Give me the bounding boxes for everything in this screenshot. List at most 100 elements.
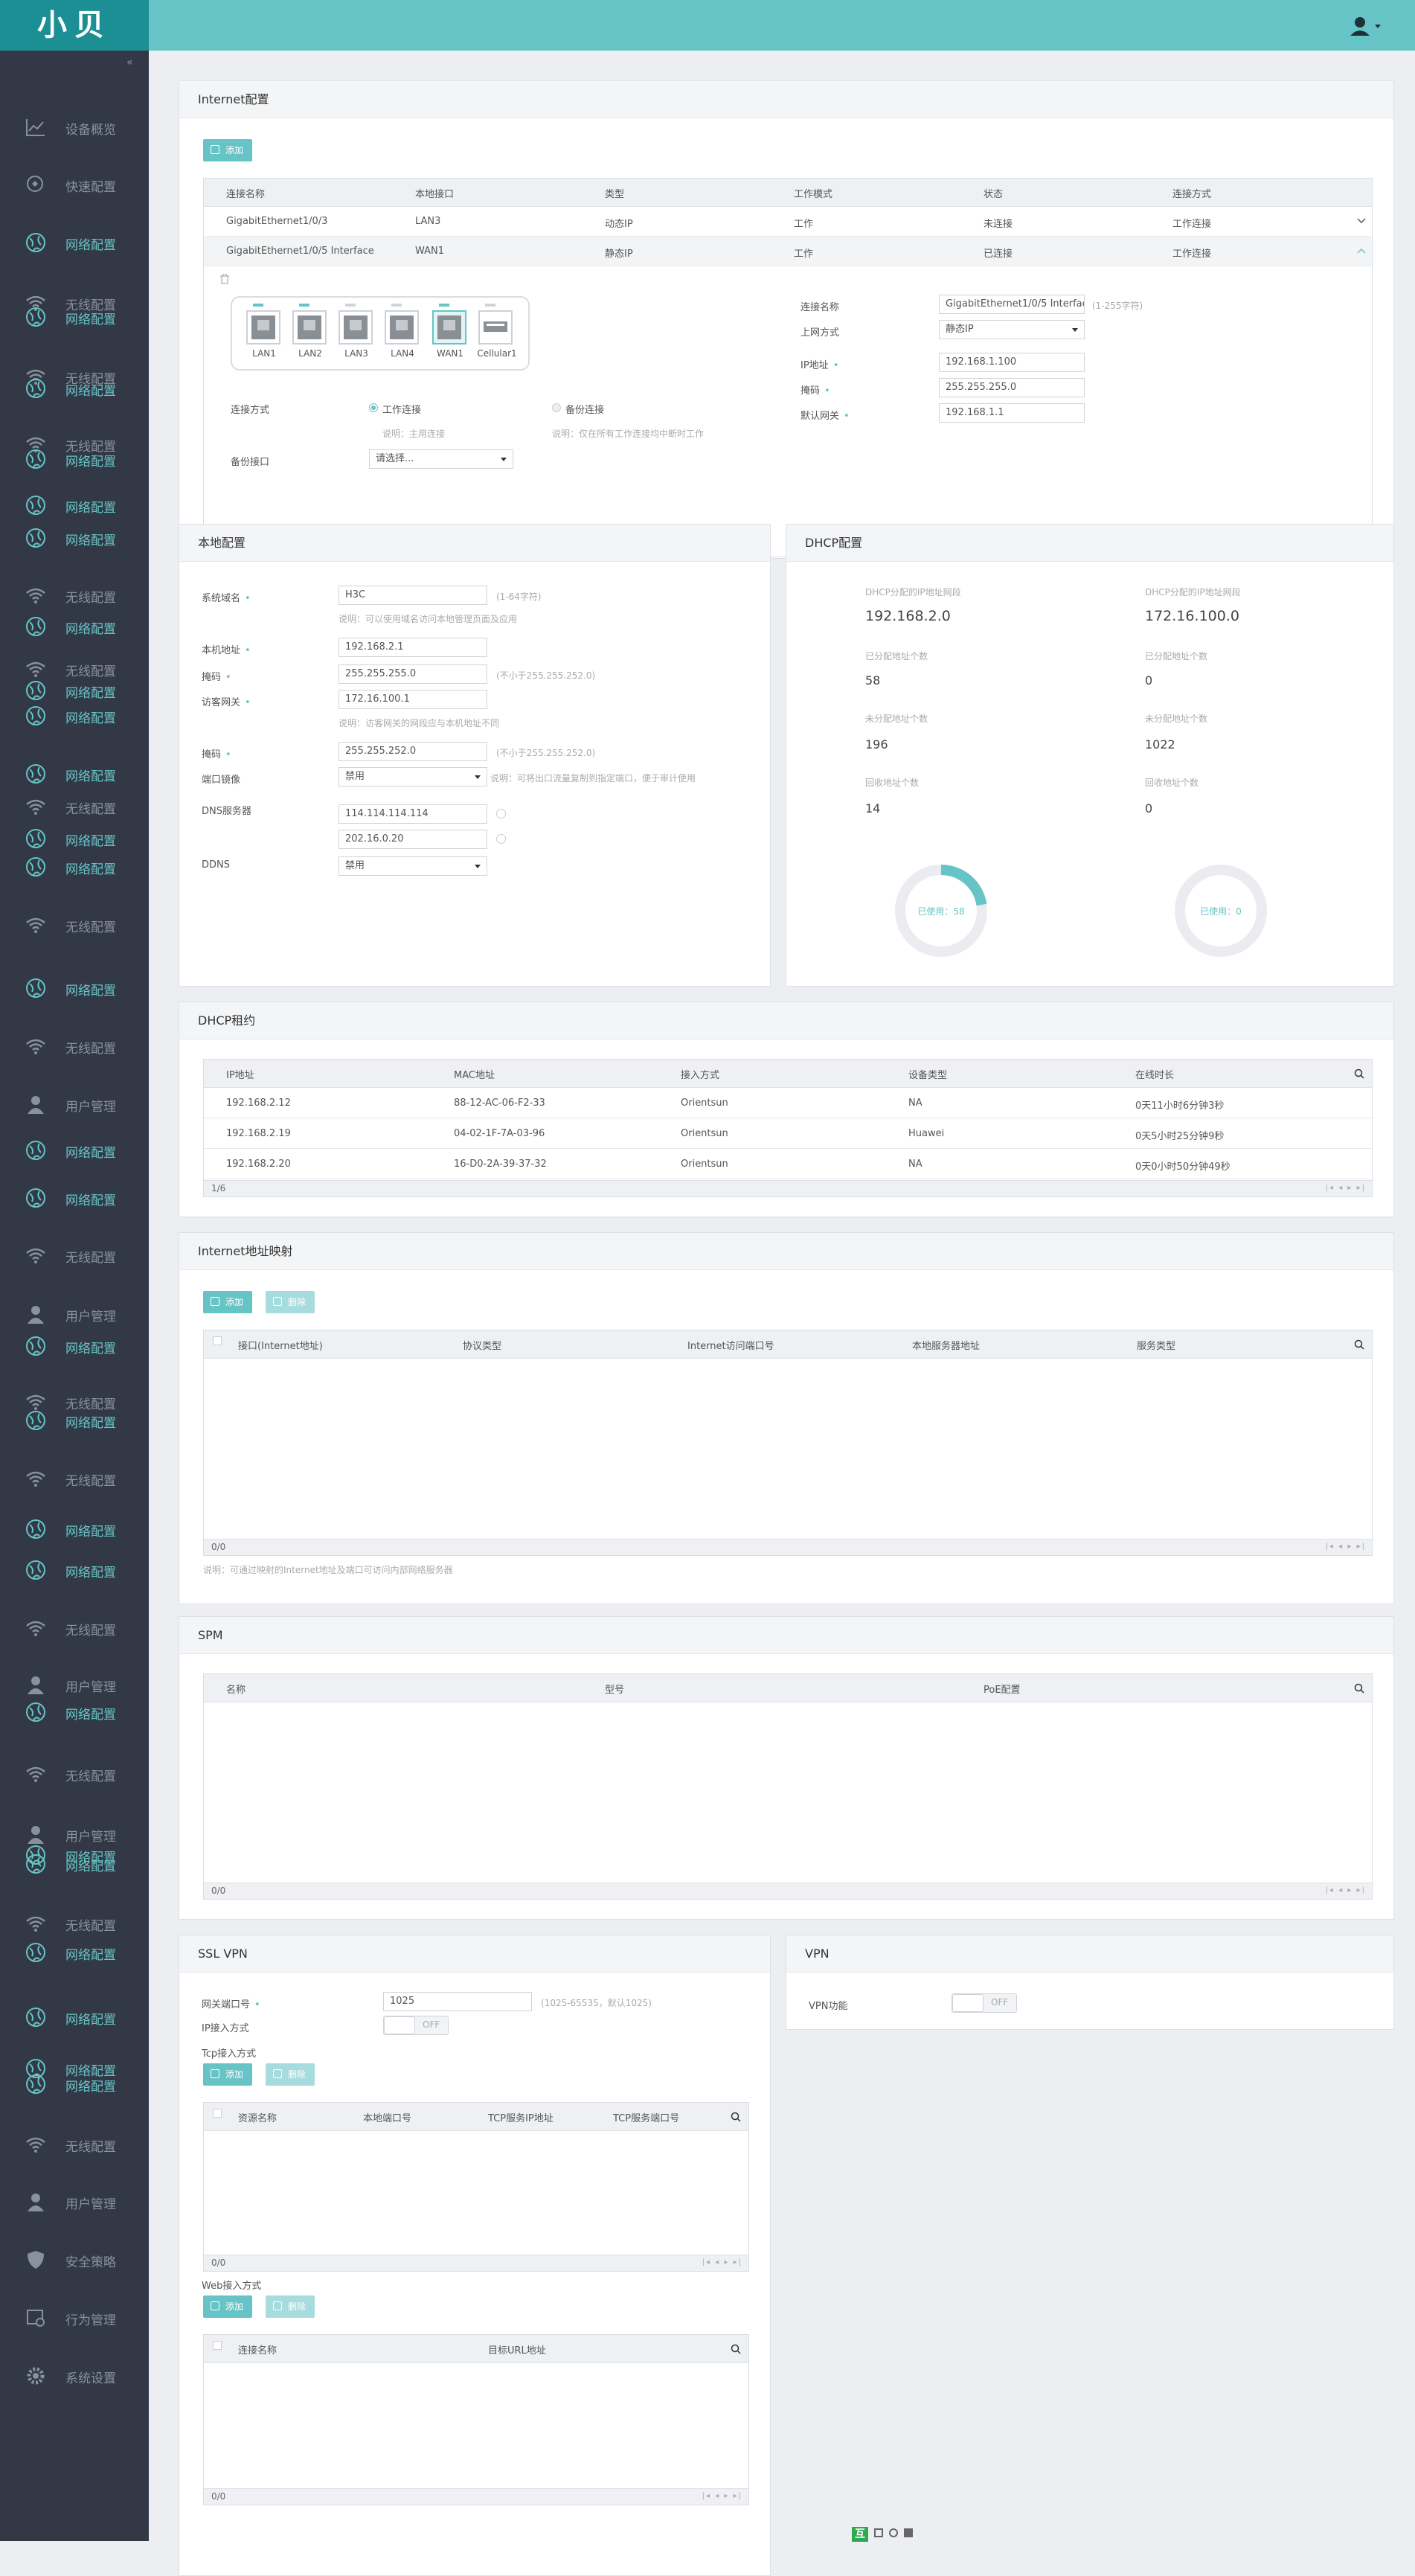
sidebar-item[interactable]: 网络配置: [0, 760, 149, 786]
delete-button[interactable]: 删除: [266, 1291, 315, 1313]
sidebar-item[interactable]: 网络配置: [0, 228, 149, 255]
table-row[interactable]: 192.168.2.20 16-D0-2A-39-37-32 Orientsun NA…: [204, 1149, 1372, 1179]
sidebar-item[interactable]: 网络配置: [0, 2003, 149, 2030]
sidebar-item[interactable]: 网络配置: [0, 491, 149, 518]
sidebar-item[interactable]: 网络配置: [0, 612, 149, 639]
up-mode-select[interactable]: 静态IP: [939, 320, 1085, 339]
tcp-add-button[interactable]: 添加: [203, 2063, 253, 2086]
sidebar-item[interactable]: 网络配置: [0, 824, 149, 851]
sidebar-item[interactable]: 行为管理: [0, 2304, 149, 2330]
domain-input[interactable]: H3C: [338, 586, 487, 605]
pagination-arrows[interactable]: |◂ ◂ ▸ ▸|: [1326, 1542, 1366, 1551]
search-icon[interactable]: [731, 2112, 741, 2122]
sidebar-item[interactable]: 安全策略: [0, 2246, 149, 2272]
app-logo[interactable]: 小贝: [0, 0, 149, 51]
user-menu[interactable]: [1348, 16, 1385, 36]
trash-icon[interactable]: [220, 274, 229, 284]
local-ip-input[interactable]: 192.168.2.1: [338, 638, 487, 657]
search-icon[interactable]: [731, 2344, 741, 2354]
sidebar-item[interactable]: 无线配置: [0, 1760, 149, 1787]
sidebar-item[interactable]: 网络配置: [0, 445, 149, 472]
chevron-down-icon[interactable]: [1357, 217, 1366, 225]
sidebar-item[interactable]: 网络配置: [0, 1556, 149, 1583]
sidebar-item[interactable]: 网络配置: [0, 303, 149, 330]
chevron-up-icon[interactable]: [1357, 247, 1366, 254]
sidebar-item[interactable]: 网络配置: [0, 676, 149, 703]
conn-name-input[interactable]: GigabitEthernet1/0/5 Interface: [939, 295, 1085, 314]
port-3[interactable]: LAN4: [384, 304, 421, 363]
table-row[interactable]: 192.168.2.12 88-12-AC-06-F2-33 Orientsun NA…: [204, 1088, 1372, 1118]
web-delete-button[interactable]: 删除: [266, 2295, 315, 2318]
sidebar-item[interactable]: 网络配置: [0, 1515, 149, 1542]
table-row[interactable]: 192.168.2.19 04-02-1F-7A-03-96 Orientsun Hu…: [204, 1118, 1372, 1149]
sidebar-item[interactable]: 快速配置: [0, 170, 149, 197]
port-0[interactable]: LAN1: [246, 304, 283, 363]
sidebar-item[interactable]: 无线配置: [0, 792, 149, 819]
work-conn-radio[interactable]: [369, 403, 378, 412]
select-all-checkbox[interactable]: [213, 2109, 222, 2118]
mirror-select[interactable]: 禁用: [338, 767, 487, 786]
gateway-input[interactable]: 192.168.1.1: [939, 403, 1085, 423]
search-icon[interactable]: [1354, 1068, 1364, 1079]
sidebar-item[interactable]: 网络配置: [0, 702, 149, 728]
backup-if-select[interactable]: 请选择...: [369, 449, 513, 469]
gw-port-input[interactable]: 1025: [383, 1992, 532, 2011]
sidebar-collapse-button[interactable]: «: [126, 57, 133, 68]
table-row-expanded[interactable]: GigabitEthernet1/0/5 Interface WAN1 静态IP…: [204, 237, 1372, 266]
sidebar-item[interactable]: 用户管理: [0, 1090, 149, 1117]
ip-input[interactable]: 192.168.1.100: [939, 353, 1085, 372]
search-icon[interactable]: [1354, 1683, 1364, 1694]
sidebar-item[interactable]: 无线配置: [0, 2130, 149, 2157]
sidebar-item[interactable]: 网络配置: [0, 1698, 149, 1725]
ip-access-toggle[interactable]: OFF: [383, 2016, 449, 2035]
local-mask-input[interactable]: 255.255.255.0: [338, 664, 487, 684]
ddns-select[interactable]: 禁用: [338, 856, 487, 876]
port-4[interactable]: WAN1: [431, 304, 469, 363]
guest-gw-input[interactable]: 172.16.100.1: [338, 690, 487, 709]
sidebar-item[interactable]: 无线配置: [0, 1032, 149, 1059]
backup-conn-radio[interactable]: [552, 403, 561, 412]
sidebar-item[interactable]: 网络配置: [0, 853, 149, 880]
pagination-arrows[interactable]: |◂ ◂ ▸ ▸|: [702, 2492, 742, 2500]
sidebar-item[interactable]: 网络配置: [0, 374, 149, 401]
sidebar-item[interactable]: 网络配置: [0, 2070, 149, 2097]
sidebar-item[interactable]: 无线配置: [0, 911, 149, 938]
sidebar-item[interactable]: 系统设置: [0, 2362, 149, 2388]
sidebar-item[interactable]: 无线配置: [0, 1909, 149, 1936]
port-5[interactable]: Cellular1: [477, 304, 517, 363]
sidebar-item[interactable]: 用户管理: [0, 1300, 149, 1327]
add-button[interactable]: 添加: [203, 139, 253, 161]
sidebar-item[interactable]: 无线配置: [0, 1614, 149, 1641]
vpn-toggle[interactable]: OFF: [952, 1993, 1017, 2013]
sidebar-item[interactable]: 网络配置: [0, 1850, 149, 1877]
sidebar-item[interactable]: 用户管理: [0, 1670, 149, 1697]
select-all-checkbox[interactable]: [213, 1336, 222, 1345]
sidebar-item[interactable]: 设备概览: [0, 113, 149, 140]
pagination-arrows[interactable]: |◂ ◂ ▸ ▸|: [1326, 1886, 1366, 1894]
port-1[interactable]: LAN2: [292, 304, 329, 363]
guest-mask-input[interactable]: 255.255.252.0: [338, 742, 487, 761]
sidebar-item[interactable]: 网络配置: [0, 974, 149, 1001]
pagination-arrows[interactable]: |◂ ◂ ▸ ▸|: [702, 2258, 742, 2266]
web-add-button[interactable]: 添加: [203, 2295, 253, 2318]
sidebar-item[interactable]: 无线配置: [0, 581, 149, 608]
port-2[interactable]: LAN3: [338, 304, 375, 363]
sidebar-item[interactable]: 用户管理: [0, 2188, 149, 2214]
sidebar-item[interactable]: 网络配置: [0, 1332, 149, 1359]
select-all-checkbox[interactable]: [213, 2341, 222, 2350]
tcp-delete-button[interactable]: 删除: [266, 2063, 315, 2086]
mask-input[interactable]: 255.255.255.0: [939, 378, 1085, 397]
sidebar-item[interactable]: 网络配置: [0, 1136, 149, 1163]
sidebar-item[interactable]: 网络配置: [0, 1184, 149, 1211]
search-icon[interactable]: [1354, 1339, 1364, 1350]
pagination-arrows[interactable]: |◂ ◂ ▸ ▸|: [1326, 1184, 1366, 1192]
sidebar-item[interactable]: 网络配置: [0, 524, 149, 551]
sidebar-item[interactable]: 无线配置: [0, 1241, 149, 1268]
sidebar-item[interactable]: 无线配置: [0, 1464, 149, 1491]
dns2-input[interactable]: 202.16.0.20: [338, 830, 487, 849]
dns1-input[interactable]: 114.114.114.114: [338, 804, 487, 824]
sidebar-item[interactable]: 网络配置: [0, 1406, 149, 1433]
sidebar-item[interactable]: 网络配置: [0, 1938, 149, 1965]
table-row[interactable]: GigabitEthernet1/0/3 LAN3 动态IP 工作 未连接 工作…: [204, 207, 1372, 237]
add-button[interactable]: 添加: [203, 1291, 253, 1313]
